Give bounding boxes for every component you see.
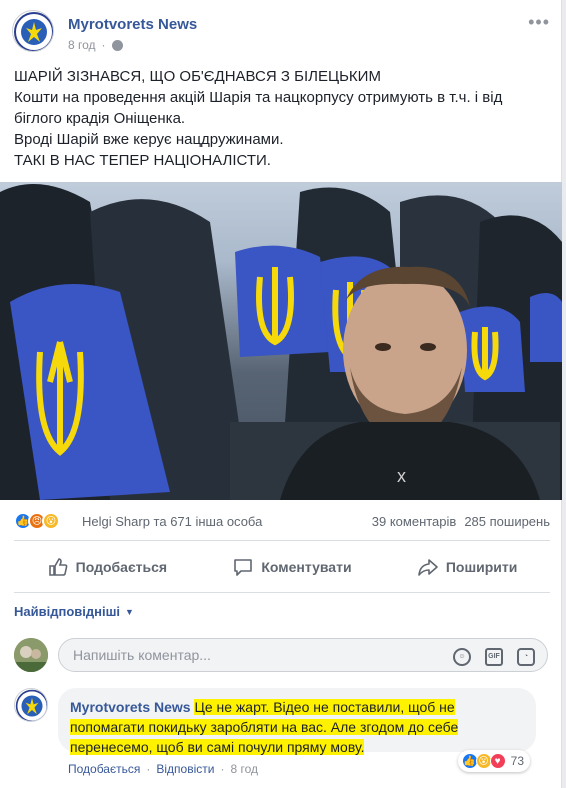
post-text-line: ТАКІ В НАС ТЕПЕР НАЦІОНАЛІСТИ. xyxy=(14,152,271,169)
more-horizontal-icon[interactable]: ••• xyxy=(528,12,550,33)
comment-input[interactable]: Напишіть коментар... ☺ GIF ◔ xyxy=(58,638,548,672)
like-button-label: Подобається xyxy=(75,559,168,575)
chevron-down-icon: ▼ xyxy=(125,606,134,617)
like-button[interactable]: Подобається xyxy=(47,556,167,578)
input-icons: ☺ GIF ◔ xyxy=(453,648,535,666)
post-time[interactable]: 8 год xyxy=(68,38,96,52)
wow-icon: 😮 xyxy=(42,512,60,530)
divider xyxy=(14,540,550,541)
post-meta: 8 год · xyxy=(68,38,123,52)
comment-icon xyxy=(234,559,253,576)
footer-separator: · xyxy=(220,762,225,776)
comment-composer: Напишіть коментар... ☺ GIF ◔ xyxy=(14,636,550,676)
footer-separator: · xyxy=(146,762,151,776)
post-actions: Подобається Коментувати Поширити xyxy=(14,550,550,584)
comment-like-link[interactable]: Подобається xyxy=(68,762,140,776)
post-text-line: біглого крадія Оніщенка. xyxy=(14,110,186,127)
globe-icon xyxy=(111,39,123,51)
sticker-icon[interactable]: ◔ xyxy=(517,648,535,666)
post-counts: 39 коментарів 285 поширень xyxy=(372,514,550,529)
comment-reactions[interactable]: 👍 😮 ♥ 73 xyxy=(457,750,530,772)
reactors-text[interactable]: Helgi Sharp та 671 інша особа xyxy=(82,514,262,529)
comment-footer: Подобається · Відповісти · 8 год xyxy=(68,762,258,776)
post-text-line: Вроді Шарій вже керує нацдружинами. xyxy=(14,131,284,148)
page-name-link[interactable]: Myrotvorets News xyxy=(68,16,197,33)
divider xyxy=(14,592,550,593)
share-button-label: Поширити xyxy=(445,559,518,575)
comment-input-placeholder: Напишіть коментар... xyxy=(73,647,211,663)
comment-reply-link[interactable]: Відповісти xyxy=(156,762,214,776)
comment-reaction-count: 73 xyxy=(510,754,524,768)
thumbs-up-icon xyxy=(48,558,68,576)
comment-time[interactable]: 8 год xyxy=(230,762,258,776)
comments-count[interactable]: 39 коментарів xyxy=(372,514,457,529)
share-icon xyxy=(418,559,438,576)
svg-text:x: x xyxy=(397,466,406,486)
comment-sort-dropdown[interactable]: Найвідповідніші ▼ xyxy=(14,604,134,619)
page-avatar[interactable] xyxy=(12,10,54,52)
gif-icon[interactable]: GIF xyxy=(485,648,503,666)
share-button[interactable]: Поширити xyxy=(417,556,518,578)
comment-button[interactable]: Коментувати xyxy=(232,556,352,578)
emoji-icon[interactable]: ☺ xyxy=(453,648,471,666)
post-text: ШАРІЙ ЗІЗНАВСЯ, ЩО ОБ'ЄДНАВСЯ З БІЛЕЦЬКИ… xyxy=(14,66,550,171)
reaction-icons[interactable]: 👍 😠 😮 xyxy=(14,512,60,530)
comment-author-avatar[interactable] xyxy=(14,688,48,722)
sort-label: Найвідповідніші xyxy=(14,604,121,619)
post-text-line: Кошти на проведення акцій Шарія та нацко… xyxy=(14,89,503,106)
shares-count[interactable]: 285 поширень xyxy=(464,514,550,529)
comment-bubble: Myrotvorets News Це не жарт. Відео не по… xyxy=(58,688,536,755)
post-image[interactable]: x xyxy=(0,182,562,500)
comment-item: Myrotvorets News Це не жарт. Відео не по… xyxy=(14,688,550,778)
comment-button-label: Коментувати xyxy=(261,559,352,575)
love-icon: ♥ xyxy=(489,753,506,769)
post-card: Myrotvorets News 8 год · ••• ШАРІЙ ЗІЗНА… xyxy=(0,0,562,788)
user-avatar[interactable] xyxy=(14,638,48,672)
reactions-summary: 👍 😠 😮 Helgi Sharp та 671 інша особа 39 к… xyxy=(14,508,550,536)
comment-author-link[interactable]: Myrotvorets News xyxy=(70,699,191,715)
post-header: Myrotvorets News 8 год · ••• xyxy=(12,10,550,60)
meta-separator: · xyxy=(101,38,106,52)
post-text-line: ШАРІЙ ЗІЗНАВСЯ, ЩО ОБ'ЄДНАВСЯ З БІЛЕЦЬКИ… xyxy=(14,68,381,85)
